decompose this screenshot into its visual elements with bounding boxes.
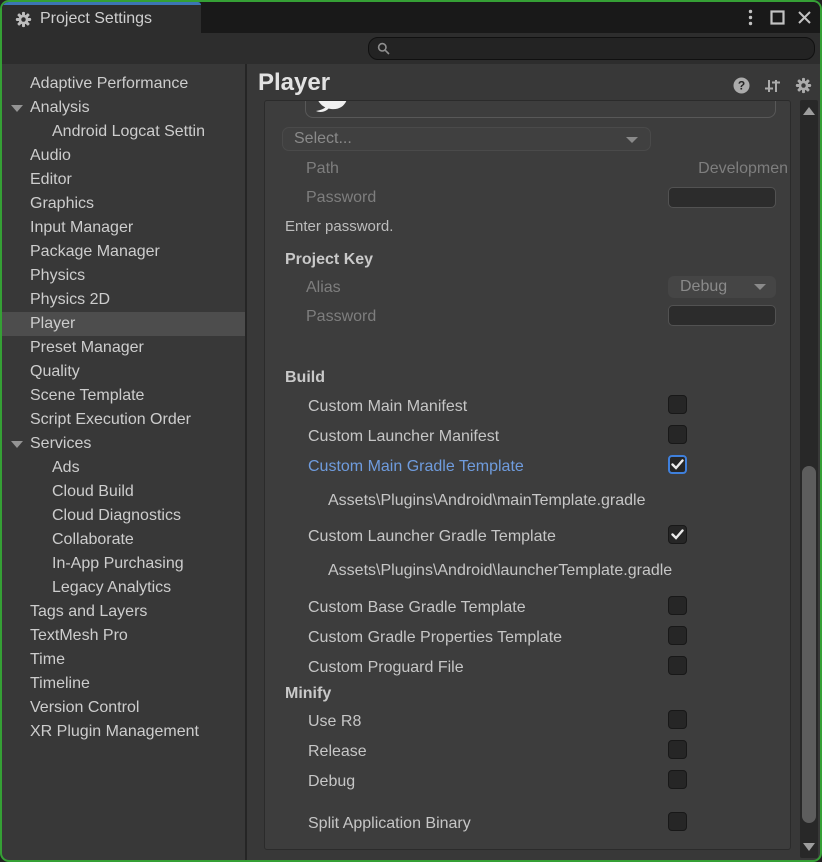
sidebar-item-analysis[interactable]: Analysis: [2, 96, 245, 120]
search-icon: [377, 42, 390, 55]
scroll-up-arrow-icon[interactable]: [803, 107, 815, 115]
use-r8-label: Use R8: [308, 712, 361, 732]
minify-debug-label: Debug: [308, 772, 355, 792]
custom-launcher-gradle-template-checkbox[interactable]: [668, 525, 687, 544]
split-application-binary-label: Split Application Binary: [308, 814, 471, 834]
split-application-binary-checkbox[interactable]: [668, 812, 687, 831]
alias-label: Alias: [306, 278, 341, 298]
sidebar-item-collaborate[interactable]: Collaborate: [2, 528, 245, 552]
sidebar-item-preset-manager[interactable]: Preset Manager: [2, 336, 245, 360]
project-key-password-label: Password: [306, 307, 376, 327]
player-settings-panel: Player ?: [247, 64, 820, 860]
project-settings-window: Project Settings Adaptive Performance: [0, 0, 822, 862]
keystore-password-field: [668, 187, 776, 208]
titlebar-buttons: [741, 2, 813, 33]
presets-icon[interactable]: [764, 78, 781, 94]
help-icon[interactable]: ?: [733, 77, 750, 94]
custom-launcher-manifest-checkbox[interactable]: [668, 425, 687, 444]
custom-base-gradle-template-checkbox[interactable]: [668, 596, 687, 615]
custom-base-gradle-template-label: Custom Base Gradle Template: [308, 598, 526, 618]
sidebar-item-ads[interactable]: Ads: [2, 456, 245, 480]
body: Adaptive Performance Analysis Android Lo…: [2, 64, 820, 860]
keystore-box-partial: [305, 100, 776, 118]
alias-dropdown: Debug: [668, 276, 776, 298]
search-input[interactable]: [396, 38, 814, 59]
keystore-password-label: Password: [306, 188, 376, 208]
sidebar-item-in-app-purchasing[interactable]: In-App Purchasing: [2, 552, 245, 576]
search-field[interactable]: [368, 37, 815, 60]
sidebar-item-physics-2d[interactable]: Physics 2D: [2, 288, 245, 312]
build-section-title: Build: [285, 368, 325, 388]
sidebar-item-editor[interactable]: Editor: [2, 168, 245, 192]
toolbar: [2, 33, 820, 64]
tab-project-settings[interactable]: Project Settings: [2, 2, 201, 33]
project-key-password-field: [668, 305, 776, 326]
custom-main-gradle-template-checkbox[interactable]: [668, 455, 687, 474]
sidebar-item-timeline[interactable]: Timeline: [2, 672, 245, 696]
svg-text:?: ?: [738, 79, 745, 93]
titlebar: Project Settings: [2, 2, 820, 33]
custom-proguard-file-checkbox[interactable]: [668, 656, 687, 675]
project-key-section-title: Project Key: [285, 250, 373, 270]
panel-icons: ?: [733, 77, 812, 94]
custom-main-gradle-template-label: Custom Main Gradle Template: [308, 457, 524, 477]
scrollbar-thumb[interactable]: [802, 466, 816, 823]
launcher-gradle-template-path: Assets\Plugins\Android\launcherTemplate.…: [328, 561, 672, 581]
sidebar-item-time[interactable]: Time: [2, 648, 245, 672]
minify-section-title: Minify: [285, 684, 331, 704]
custom-proguard-file-label: Custom Proguard File: [308, 658, 464, 678]
page-title: Player: [258, 69, 330, 97]
sidebar-item-graphics[interactable]: Graphics: [2, 192, 245, 216]
minify-release-checkbox[interactable]: [668, 740, 687, 759]
settings-gear-icon: [15, 11, 32, 28]
keystore-path-value: Developmen: [698, 159, 788, 179]
custom-main-manifest-label: Custom Main Manifest: [308, 397, 467, 417]
sidebar-item-package-manager[interactable]: Package Manager: [2, 240, 245, 264]
keystore-graphic-partial-icon: [315, 100, 348, 123]
kebab-menu-icon[interactable]: [741, 7, 759, 29]
sidebar-item-legacy-analytics[interactable]: Legacy Analytics: [2, 576, 245, 600]
sidebar-item-input-manager[interactable]: Input Manager: [2, 216, 245, 240]
chevron-down-icon: [626, 137, 638, 143]
main-gradle-template-path: Assets\Plugins\Android\mainTemplate.grad…: [328, 491, 646, 511]
custom-gradle-properties-template-checkbox[interactable]: [668, 626, 687, 645]
sidebar-item-player[interactable]: Player: [2, 312, 245, 336]
sidebar-item-tags-and-layers[interactable]: Tags and Layers: [2, 600, 245, 624]
use-r8-checkbox[interactable]: [668, 710, 687, 729]
sidebar-item-cloud-build[interactable]: Cloud Build: [2, 480, 245, 504]
custom-launcher-manifest-label: Custom Launcher Manifest: [308, 427, 499, 447]
maximize-icon[interactable]: [768, 7, 786, 29]
settings-scrollview: Select... Path Developmen Password Enter…: [264, 100, 791, 850]
sidebar-item-adaptive-performance[interactable]: Adaptive Performance: [2, 72, 245, 96]
custom-launcher-gradle-template-label: Custom Launcher Gradle Template: [308, 527, 556, 547]
sidebar-item-audio[interactable]: Audio: [2, 144, 245, 168]
sidebar-item-xr-plugin-management[interactable]: XR Plugin Management: [2, 720, 245, 744]
keystore-select-dropdown: Select...: [282, 127, 651, 151]
close-icon[interactable]: [795, 7, 813, 29]
minify-release-label: Release: [308, 742, 367, 762]
foldout-arrow-icon[interactable]: [11, 441, 23, 448]
keystore-path-label: Path: [306, 159, 339, 179]
chevron-down-icon: [754, 284, 766, 290]
gear-icon[interactable]: [795, 77, 812, 94]
sidebar-item-cloud-diagnostics[interactable]: Cloud Diagnostics: [2, 504, 245, 528]
sidebar-item-version-control[interactable]: Version Control: [2, 696, 245, 720]
settings-sidebar: Adaptive Performance Analysis Android Lo…: [2, 64, 245, 860]
custom-main-manifest-checkbox[interactable]: [668, 395, 687, 414]
password-helper-text: Enter password.: [285, 217, 393, 237]
sidebar-item-scene-template[interactable]: Scene Template: [2, 384, 245, 408]
scroll-down-arrow-icon[interactable]: [803, 843, 815, 851]
custom-gradle-properties-template-label: Custom Gradle Properties Template: [308, 628, 562, 648]
sidebar-item-script-execution-order[interactable]: Script Execution Order: [2, 408, 245, 432]
vertical-scrollbar[interactable]: [800, 100, 818, 858]
sidebar-item-services[interactable]: Services: [2, 432, 245, 456]
window-inner: Project Settings Adaptive Performance: [2, 2, 820, 860]
minify-debug-checkbox[interactable]: [668, 770, 687, 789]
foldout-arrow-icon[interactable]: [11, 105, 23, 112]
sidebar-item-android-logcat-settings[interactable]: Android Logcat Settin: [2, 120, 245, 144]
window-title: Project Settings: [40, 10, 152, 28]
sidebar-item-physics[interactable]: Physics: [2, 264, 245, 288]
sidebar-item-quality[interactable]: Quality: [2, 360, 245, 384]
sidebar-item-textmesh-pro[interactable]: TextMesh Pro: [2, 624, 245, 648]
